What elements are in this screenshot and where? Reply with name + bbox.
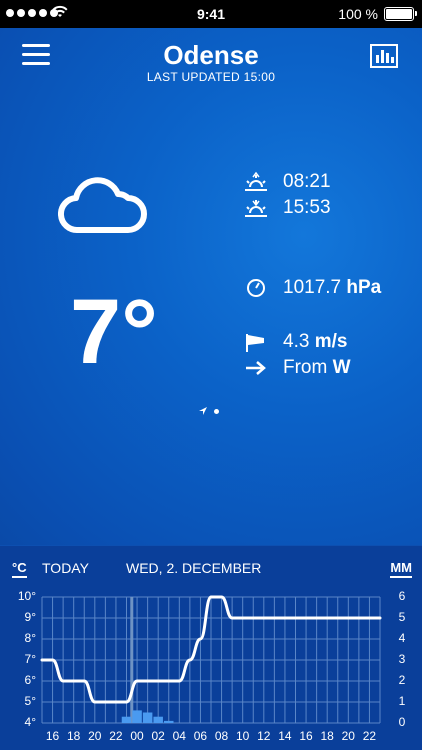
battery-icon [384, 7, 417, 21]
barometer-icon [247, 279, 265, 297]
sunrise-time: 08:21 [283, 171, 331, 192]
status-bar: 9:41 100 % [0, 0, 422, 28]
sunrise-row: 08:21 [243, 171, 331, 193]
battery-percentage: 100 % [338, 6, 378, 22]
precipitation-bar [142, 712, 153, 723]
location-arrow-icon [199, 407, 207, 415]
wind-speed-unit: m/s [314, 331, 348, 352]
temperature-precipitation-chart [40, 595, 382, 724]
wind-direction-value: W [332, 357, 351, 378]
wind-direction-prefix: From [283, 357, 328, 378]
precipitation-bar [153, 716, 163, 723]
sunrise-icon [245, 171, 267, 191]
page-indicator[interactable] [198, 406, 219, 416]
wind-speed-row: 4.3 m/s [243, 331, 347, 353]
last-updated: LAST UPDATED 15:00 [146, 70, 276, 84]
pressure-row: 1017.7 hPa [243, 277, 381, 299]
wind-direction-row: From W [243, 357, 351, 379]
current-weather-panel: Odense LAST UPDATED 15:00 7° 08:21 15:53… [0, 28, 422, 545]
sunset-time: 15:53 [283, 197, 331, 218]
cloud-icon [58, 177, 147, 234]
page-dot [214, 408, 219, 414]
windsock-icon [246, 334, 264, 352]
arrow-right-icon [246, 361, 266, 375]
precipitation-bar [132, 710, 142, 723]
sunset-row: 15:53 [243, 197, 331, 219]
pressure-unit: hPa [346, 277, 382, 298]
pressure-value: 1017.7 [283, 277, 342, 298]
precipitation-bar [163, 720, 174, 723]
precipitation-bar [121, 716, 132, 723]
bar-chart-button[interactable] [370, 44, 398, 68]
wind-speed-value: 4.3 [283, 331, 310, 352]
sunset-icon [245, 200, 267, 217]
city-name[interactable]: Odense [0, 40, 422, 71]
forecast-panel: °C TODAY WED, 2. DECEMBER MM 10° 9° 8° 7° 6°… [0, 545, 422, 750]
current-temperature: 7° [70, 281, 158, 383]
